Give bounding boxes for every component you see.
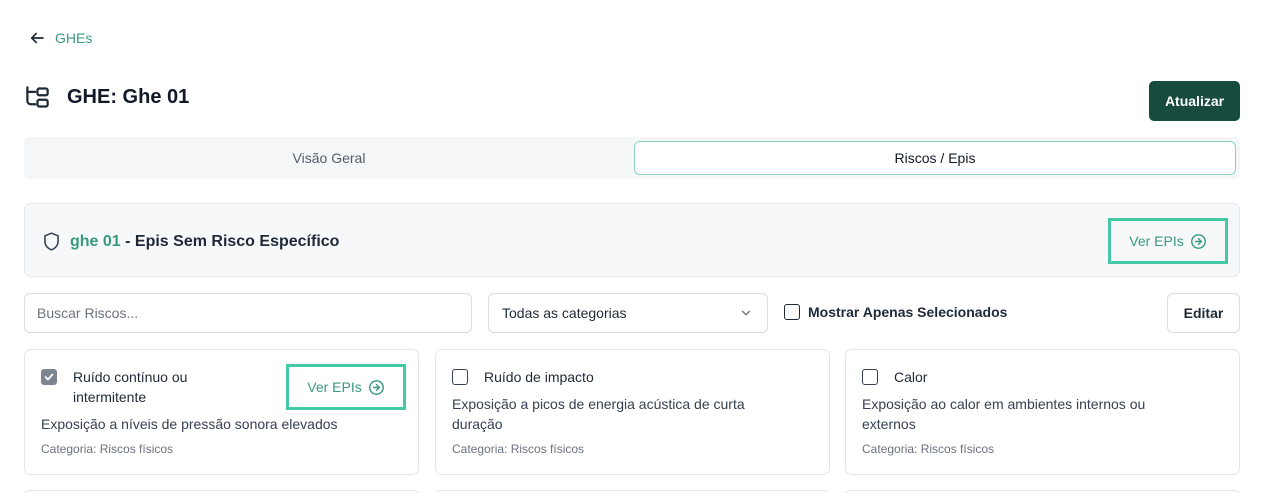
edit-button[interactable]: Editar [1167,293,1240,333]
category-select[interactable]: Todas as categorias [488,293,768,333]
tab-overview[interactable]: Visão Geral [28,141,630,175]
risk-checkbox[interactable] [452,369,468,385]
search-input[interactable] [24,293,472,333]
risk-card: Calor Exposição ao calor em ambientes in… [845,349,1240,475]
risk-checkbox[interactable] [41,369,57,385]
ver-epis-button[interactable]: Ver EPIs [1108,218,1228,264]
show-only-selected-toggle[interactable]: Mostrar Apenas Selecionados [784,304,1007,320]
ghe-name: ghe 01 [70,232,121,250]
update-button[interactable]: Atualizar [1149,81,1240,121]
panel-title: - Epis Sem Risco Específico [120,232,340,250]
risk-category: Categoria: Riscos físicos [452,442,585,456]
tab-risks-epis[interactable]: Riscos / Epis [634,141,1236,175]
arrow-left-icon [30,32,44,44]
risk-card: Ruído de impacto Exposição a picos de en… [435,349,830,475]
risk-description: Exposição ao calor em ambientes internos… [862,396,1146,432]
check-icon [44,373,54,381]
risk-name: Ruído contínuo ou intermitente [73,369,188,405]
hierarchy-icon [26,86,49,108]
shield-icon [44,232,59,251]
risk-ver-epis-button[interactable]: Ver EPIs [286,364,406,410]
back-link-label: GHEs [55,30,93,46]
risk-category: Categoria: Riscos físicos [41,442,174,456]
risk-ver-epis-label: Ver EPIs [307,379,362,395]
back-link[interactable]: GHEs [28,29,92,47]
ver-epis-label: Ver EPIs [1129,233,1184,249]
show-only-selected-checkbox[interactable] [784,304,800,320]
chevron-down-icon [741,310,751,316]
risk-category: Categoria: Riscos físicos [862,442,995,456]
risk-name: Ruído de impacto [484,369,594,385]
risk-description: Exposição a níveis de pressão sonora ele… [41,416,338,432]
risk-checkbox[interactable] [862,369,878,385]
risk-card: Ruído contínuo ou intermitente Ver EPIs … [24,349,419,475]
risk-name: Calor [894,369,928,385]
page-header: GHE: Ghe 01 [24,84,189,111]
risk-description: Exposição a picos de energia acústica de… [452,396,745,432]
category-select-value: Todas as categorias [502,305,627,321]
show-only-selected-label: Mostrar Apenas Selecionados [808,304,1008,320]
epis-without-risk-panel: ghe 01 - Epis Sem Risco Específico Ver E… [24,203,1240,277]
circle-arrow-right-icon [368,379,384,395]
panel-header: ghe 01 - Epis Sem Risco Específico [41,231,339,252]
tab-bar: Visão Geral Riscos / Epis [24,137,1240,179]
page-title: GHE: Ghe 01 [67,86,190,108]
circle-arrow-right-icon [1190,233,1206,249]
